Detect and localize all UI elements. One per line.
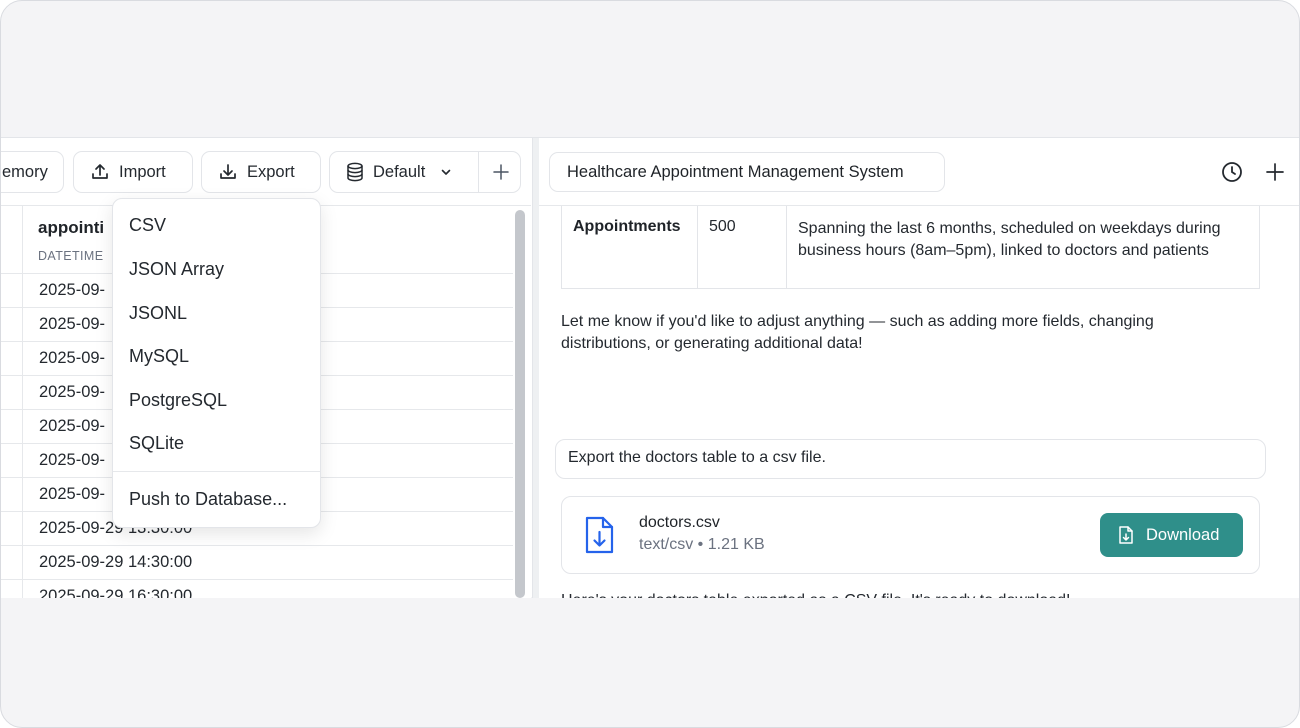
- project-title-tab[interactable]: Healthcare Appointment Management System: [549, 152, 945, 192]
- column-header-name[interactable]: appointi: [38, 218, 104, 238]
- database-select-label: Default: [373, 162, 426, 181]
- table-row[interactable]: 2025-09-29 16:30:00: [1, 580, 513, 598]
- chat-header: Healthcare Appointment Management System: [539, 138, 1299, 206]
- history-icon[interactable]: [1220, 160, 1244, 184]
- chat-thread: Appointments 500 Spanning the last 6 mon…: [539, 206, 1299, 598]
- user-message: Export the doctors table to a csv file.: [555, 439, 1266, 479]
- import-button-label: Import: [119, 162, 166, 181]
- menu-item-jsonl[interactable]: JSONL: [129, 303, 187, 324]
- menu-item-postgresql[interactable]: PostgreSQL: [129, 390, 227, 411]
- table-cell: 2025-09-: [39, 383, 106, 401]
- menu-item-csv[interactable]: CSV: [129, 215, 166, 236]
- summary-cell-entity: Appointments: [562, 206, 698, 288]
- table-cell: 2025-09-: [39, 349, 106, 367]
- summary-table: Appointments 500 Spanning the last 6 mon…: [561, 206, 1260, 289]
- assistant-message-2: Here's your doctors table exported as a …: [561, 590, 1261, 598]
- table-cell: 2025-09-: [39, 281, 106, 299]
- table-scrollbar[interactable]: [515, 210, 525, 598]
- database-select[interactable]: Default: [329, 151, 521, 193]
- table-cell: 2025-09-29 14:30:00: [39, 553, 193, 571]
- upload-icon: [92, 164, 108, 179]
- file-meta: text/csv • 1.21 KB: [639, 536, 765, 553]
- table-cell: 2025-09-29 16:30:00: [39, 587, 193, 598]
- export-button-label: Export: [247, 162, 295, 181]
- chat-pane: Healthcare Appointment Management System…: [539, 138, 1299, 598]
- menu-item-mysql[interactable]: MySQL: [129, 346, 189, 367]
- table-cell: 2025-09-: [39, 451, 106, 469]
- assistant-message: Let me know if you'd like to adjust anyt…: [561, 313, 1154, 352]
- file-download-icon: [585, 516, 614, 554]
- new-chat-icon[interactable]: [1263, 160, 1287, 184]
- summary-description: Spanning the last 6 months, scheduled on…: [798, 220, 1221, 259]
- memory-button-label: emory: [2, 162, 48, 181]
- column-header-type: DATETIME: [38, 249, 104, 263]
- table-cell: 2025-09-: [39, 485, 106, 503]
- pane-resize-handle[interactable]: [532, 138, 539, 598]
- download-button-label: Download: [1146, 525, 1220, 544]
- table-cell: 2025-09-: [39, 417, 106, 435]
- window-frame: emory Import Export Default appointi DAT…: [0, 0, 1300, 728]
- file-name: doctors.csv: [639, 514, 720, 531]
- table-toolbar: emory Import Export Default: [1, 138, 531, 206]
- import-button[interactable]: Import: [73, 151, 193, 193]
- export-menu: CSV JSON Array JSONL MySQL PostgreSQL SQ…: [112, 198, 321, 528]
- export-button[interactable]: Export: [201, 151, 321, 193]
- chevron-down-icon: [441, 169, 451, 175]
- download-icon: [220, 164, 236, 179]
- summary-cell-count: 500: [698, 206, 787, 288]
- download-button[interactable]: Download: [1100, 513, 1243, 557]
- file-icon: [1119, 526, 1133, 544]
- button-separator: [478, 152, 479, 192]
- summary-entity: Appointments: [573, 218, 681, 235]
- table-row[interactable]: 2025-09-29 14:30:00: [1, 546, 513, 580]
- database-icon: [347, 162, 363, 182]
- menu-item-sqlite[interactable]: SQLite: [129, 433, 184, 454]
- memory-button[interactable]: emory: [1, 151, 64, 193]
- file-attachment: doctors.csv text/csv • 1.21 KB Download: [561, 496, 1260, 574]
- menu-item-json-array[interactable]: JSON Array: [129, 259, 224, 280]
- menu-divider: [113, 471, 320, 472]
- menu-item-push-to-database[interactable]: Push to Database...: [129, 489, 287, 510]
- add-database-icon[interactable]: [490, 161, 512, 183]
- summary-count: 500: [709, 218, 736, 235]
- table-cell: 2025-09-: [39, 315, 106, 333]
